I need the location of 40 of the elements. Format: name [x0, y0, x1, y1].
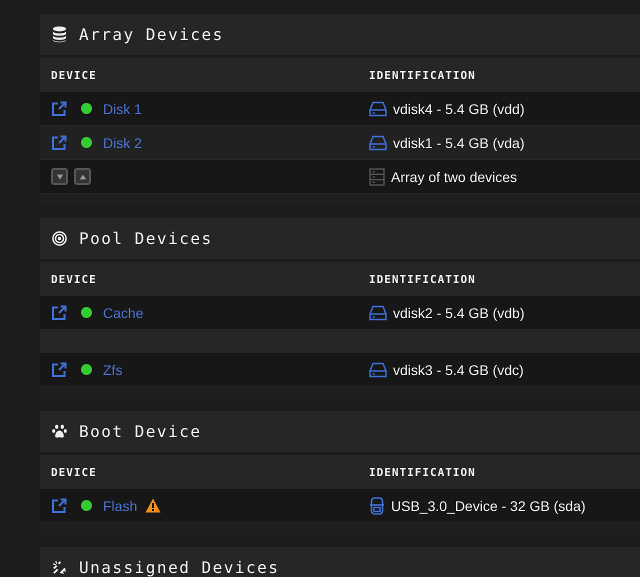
- identification-text: vdisk4 - 5.4 GB (vdd): [393, 100, 524, 116]
- column-header: DEVICE: [51, 68, 98, 82]
- move-up-button[interactable]: [74, 168, 91, 185]
- device-link[interactable]: Disk 1: [103, 100, 142, 116]
- external-link-icon[interactable]: [51, 362, 67, 378]
- identification-text: vdisk3 - 5.4 GB (vdc): [393, 362, 524, 378]
- device-link[interactable]: Cache: [103, 304, 144, 320]
- external-link-icon[interactable]: [51, 304, 67, 320]
- server-rack-icon: [369, 168, 385, 186]
- device-link[interactable]: Zfs: [103, 362, 122, 378]
- hard-drive-icon: [369, 134, 387, 150]
- external-link-icon[interactable]: [51, 134, 67, 150]
- column-header: IDENTIFICATION: [369, 466, 477, 478]
- up-triangle-icon: [78, 172, 86, 180]
- identification-text: Array of two devices: [391, 168, 518, 184]
- column-header: DEVICE: [51, 272, 98, 286]
- hard-drive-icon: [369, 304, 387, 320]
- down-triangle-icon: [56, 172, 64, 180]
- identification-text: vdisk1 - 5.4 GB (vda): [393, 134, 524, 150]
- hard-drive-icon: [369, 362, 387, 378]
- column-header: IDENTIFICATION: [369, 272, 477, 286]
- section-title: Pool Devices: [79, 229, 213, 248]
- external-link-icon[interactable]: [51, 498, 67, 514]
- identification-text: USB_3.0_Device - 32 GB (sda): [391, 498, 586, 514]
- paw-icon: [52, 424, 67, 439]
- external-link-icon[interactable]: [51, 100, 67, 116]
- column-header: IDENTIFICATION: [369, 68, 477, 82]
- device-link[interactable]: Disk 2: [103, 134, 142, 150]
- device-link[interactable]: Flash: [103, 498, 138, 514]
- section-title: Unassigned Devices: [79, 558, 280, 577]
- database-icon: [52, 26, 67, 43]
- target-icon: [52, 231, 67, 246]
- section-title: Array Devices: [79, 25, 224, 44]
- hard-drive-icon: [369, 100, 387, 116]
- broken-link-icon: [52, 560, 67, 575]
- column-header: DEVICE: [51, 466, 98, 478]
- move-down-button[interactable]: [51, 168, 68, 185]
- usb-drive-icon: [369, 496, 385, 514]
- identification-text: vdisk2 - 5.4 GB (vdb): [393, 304, 524, 320]
- section-title: Boot Device: [79, 422, 202, 441]
